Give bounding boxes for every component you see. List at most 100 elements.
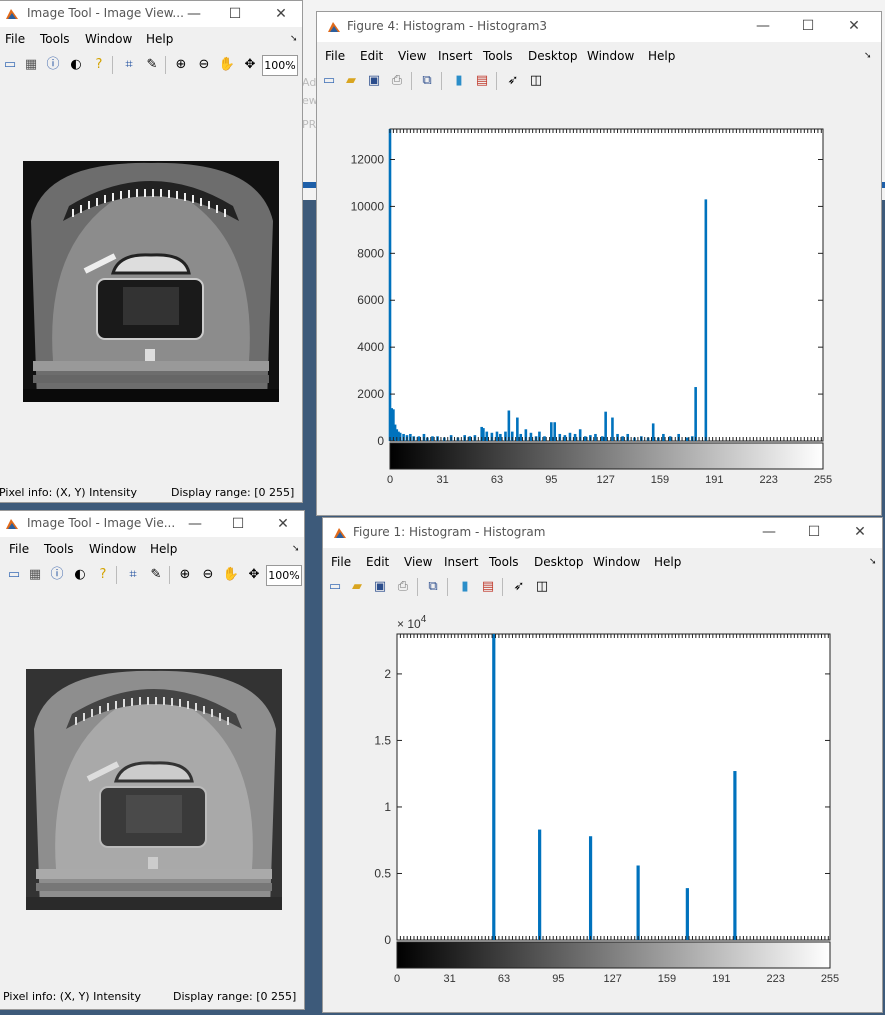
menu-tools[interactable]: Tools	[44, 542, 74, 556]
minimize-button[interactable]: —	[743, 16, 783, 36]
open-icon[interactable]: ▰	[347, 577, 367, 597]
crop-icon[interactable]: ⌗	[123, 565, 143, 585]
close-button[interactable]: ✕	[840, 522, 880, 542]
close-button[interactable]: ✕	[261, 4, 301, 24]
open-icon[interactable]: ▰	[341, 71, 361, 91]
colorbar-icon[interactable]: ▮	[449, 71, 469, 91]
zoom-field[interactable]: 100%	[262, 55, 298, 76]
menu-bar: File Tools Window Help ➘	[0, 28, 302, 50]
dock-arrow-icon[interactable]: ➘	[864, 51, 872, 61]
title-bar[interactable]: Image Tool - Image Vie... — ☐ ✕	[0, 511, 304, 537]
menu-tools[interactable]: Tools	[40, 32, 70, 46]
info-icon[interactable]: ⓘ	[43, 55, 63, 75]
pixel-region-icon[interactable]: ✥	[240, 55, 260, 75]
menu-view[interactable]: View	[404, 555, 432, 569]
legend-icon[interactable]: ▤	[472, 71, 492, 91]
histogram-bar	[519, 433, 523, 441]
colorbar-icon[interactable]: ▮	[455, 577, 475, 597]
crop-icon[interactable]: ⌗	[119, 55, 139, 75]
pointer-icon[interactable]: ➶	[509, 577, 529, 597]
zoom-out-icon[interactable]: ⊖	[194, 55, 214, 75]
menu-window[interactable]: Window	[593, 555, 640, 569]
menu-window[interactable]: Window	[85, 32, 132, 46]
contrast-icon[interactable]: ◐	[70, 565, 90, 585]
dock-arrow-icon[interactable]: ➘	[869, 557, 877, 567]
figure-1-window[interactable]: Figure 1: Histogram - Histogram — ☐ ✕ Fi…	[322, 517, 883, 1013]
ruler-icon[interactable]: ✎	[142, 55, 162, 75]
grayscale-image[interactable]	[23, 161, 279, 402]
menu-help[interactable]: Help	[648, 49, 675, 63]
matlab-icon	[6, 519, 18, 529]
link-plot-icon[interactable]: ⧉	[423, 577, 443, 597]
menu-window[interactable]: Window	[587, 49, 634, 63]
zoom-in-icon[interactable]: ⊕	[171, 55, 191, 75]
histogram-bar	[516, 417, 519, 441]
maximize-button[interactable]: ☐	[215, 4, 255, 24]
maximize-button[interactable]: ☐	[218, 514, 258, 534]
new-icon[interactable]: ▭	[4, 565, 24, 585]
histogram-bar	[573, 433, 577, 441]
menu-file[interactable]: File	[331, 555, 351, 569]
info-icon[interactable]: ⓘ	[47, 565, 67, 585]
menu-file[interactable]: File	[9, 542, 29, 556]
property-inspector-icon[interactable]: ◫	[532, 577, 552, 597]
image-tool-window-1[interactable]: Image Tool - Image View... — ☐ ✕ File To…	[0, 0, 303, 503]
menu-help[interactable]: Help	[654, 555, 681, 569]
figure-4-window[interactable]: Figure 4: Histogram - Histogram3 — ☐ ✕ F…	[316, 11, 882, 516]
new-icon[interactable]: ▭	[0, 55, 20, 75]
minimize-button[interactable]: —	[749, 522, 789, 542]
menu-help[interactable]: Help	[146, 32, 173, 46]
zoom-field[interactable]: 100%	[266, 565, 302, 586]
link-plot-icon[interactable]: ⧉	[417, 71, 437, 91]
dock-arrow-icon[interactable]: ➘	[290, 34, 298, 44]
histogram-chart-1[interactable]: 0 0.5 1 1.5 2 0 31 63 95 127 159 191 223 255 × 104	[323, 614, 883, 994]
menu-tools[interactable]: Tools	[489, 555, 519, 569]
zoom-out-icon[interactable]: ⊖	[198, 565, 218, 585]
contrast-icon[interactable]: ◐	[66, 55, 86, 75]
new-figure-icon[interactable]: ▭	[325, 577, 345, 597]
histogram-chart-4[interactable]: 0 2000 4000 6000 8000 10000 12000 0 31 63 95 127 159…	[317, 112, 882, 492]
help-icon[interactable]: ?	[93, 565, 113, 585]
title-bar[interactable]: Figure 1: Histogram - Histogram — ☐ ✕	[323, 518, 882, 548]
menu-desktop[interactable]: Desktop	[528, 49, 578, 63]
menu-file[interactable]: File	[325, 49, 345, 63]
export-icon[interactable]: ▦	[25, 565, 45, 585]
maximize-button[interactable]: ☐	[794, 522, 834, 542]
export-icon[interactable]: ▦	[21, 55, 41, 75]
close-button[interactable]: ✕	[263, 514, 303, 534]
title-bar[interactable]: Image Tool - Image View... — ☐ ✕	[0, 1, 302, 27]
minimize-button[interactable]: —	[174, 4, 214, 24]
title-bar[interactable]: Figure 4: Histogram - Histogram3 — ☐ ✕	[317, 12, 881, 42]
legend-icon[interactable]: ▤	[478, 577, 498, 597]
new-figure-icon[interactable]: ▭	[319, 71, 339, 91]
pointer-icon[interactable]: ➶	[503, 71, 523, 91]
minimize-button[interactable]: —	[175, 514, 215, 534]
ruler-icon[interactable]: ✎	[146, 565, 166, 585]
pan-hand-icon[interactable]: ✋	[217, 55, 237, 75]
menu-edit[interactable]: Edit	[366, 555, 389, 569]
pan-hand-icon[interactable]: ✋	[221, 565, 241, 585]
menu-window[interactable]: Window	[89, 542, 136, 556]
menu-help[interactable]: Help	[150, 542, 177, 556]
x-tick-label: 223	[766, 973, 784, 985]
menu-insert[interactable]: Insert	[438, 49, 472, 63]
menu-view[interactable]: View	[398, 49, 426, 63]
print-icon[interactable]: ⎙	[393, 577, 413, 597]
zoom-in-icon[interactable]: ⊕	[175, 565, 195, 585]
menu-desktop[interactable]: Desktop	[534, 555, 584, 569]
menu-file[interactable]: File	[5, 32, 25, 46]
menu-tools[interactable]: Tools	[483, 49, 513, 63]
close-button[interactable]: ✕	[834, 16, 874, 36]
maximize-button[interactable]: ☐	[788, 16, 828, 36]
image-tool-window-2[interactable]: Image Tool - Image Vie... — ☐ ✕ File Too…	[0, 510, 305, 1010]
property-inspector-icon[interactable]: ◫	[526, 71, 546, 91]
save-icon[interactable]: ▣	[364, 71, 384, 91]
save-icon[interactable]: ▣	[370, 577, 390, 597]
menu-edit[interactable]: Edit	[360, 49, 383, 63]
dock-arrow-icon[interactable]: ➘	[292, 544, 300, 554]
print-icon[interactable]: ⎙	[387, 71, 407, 91]
pixel-region-icon[interactable]: ✥	[244, 565, 264, 585]
menu-insert[interactable]: Insert	[444, 555, 478, 569]
grayscale-image[interactable]	[26, 669, 282, 910]
help-icon[interactable]: ?	[89, 55, 109, 75]
